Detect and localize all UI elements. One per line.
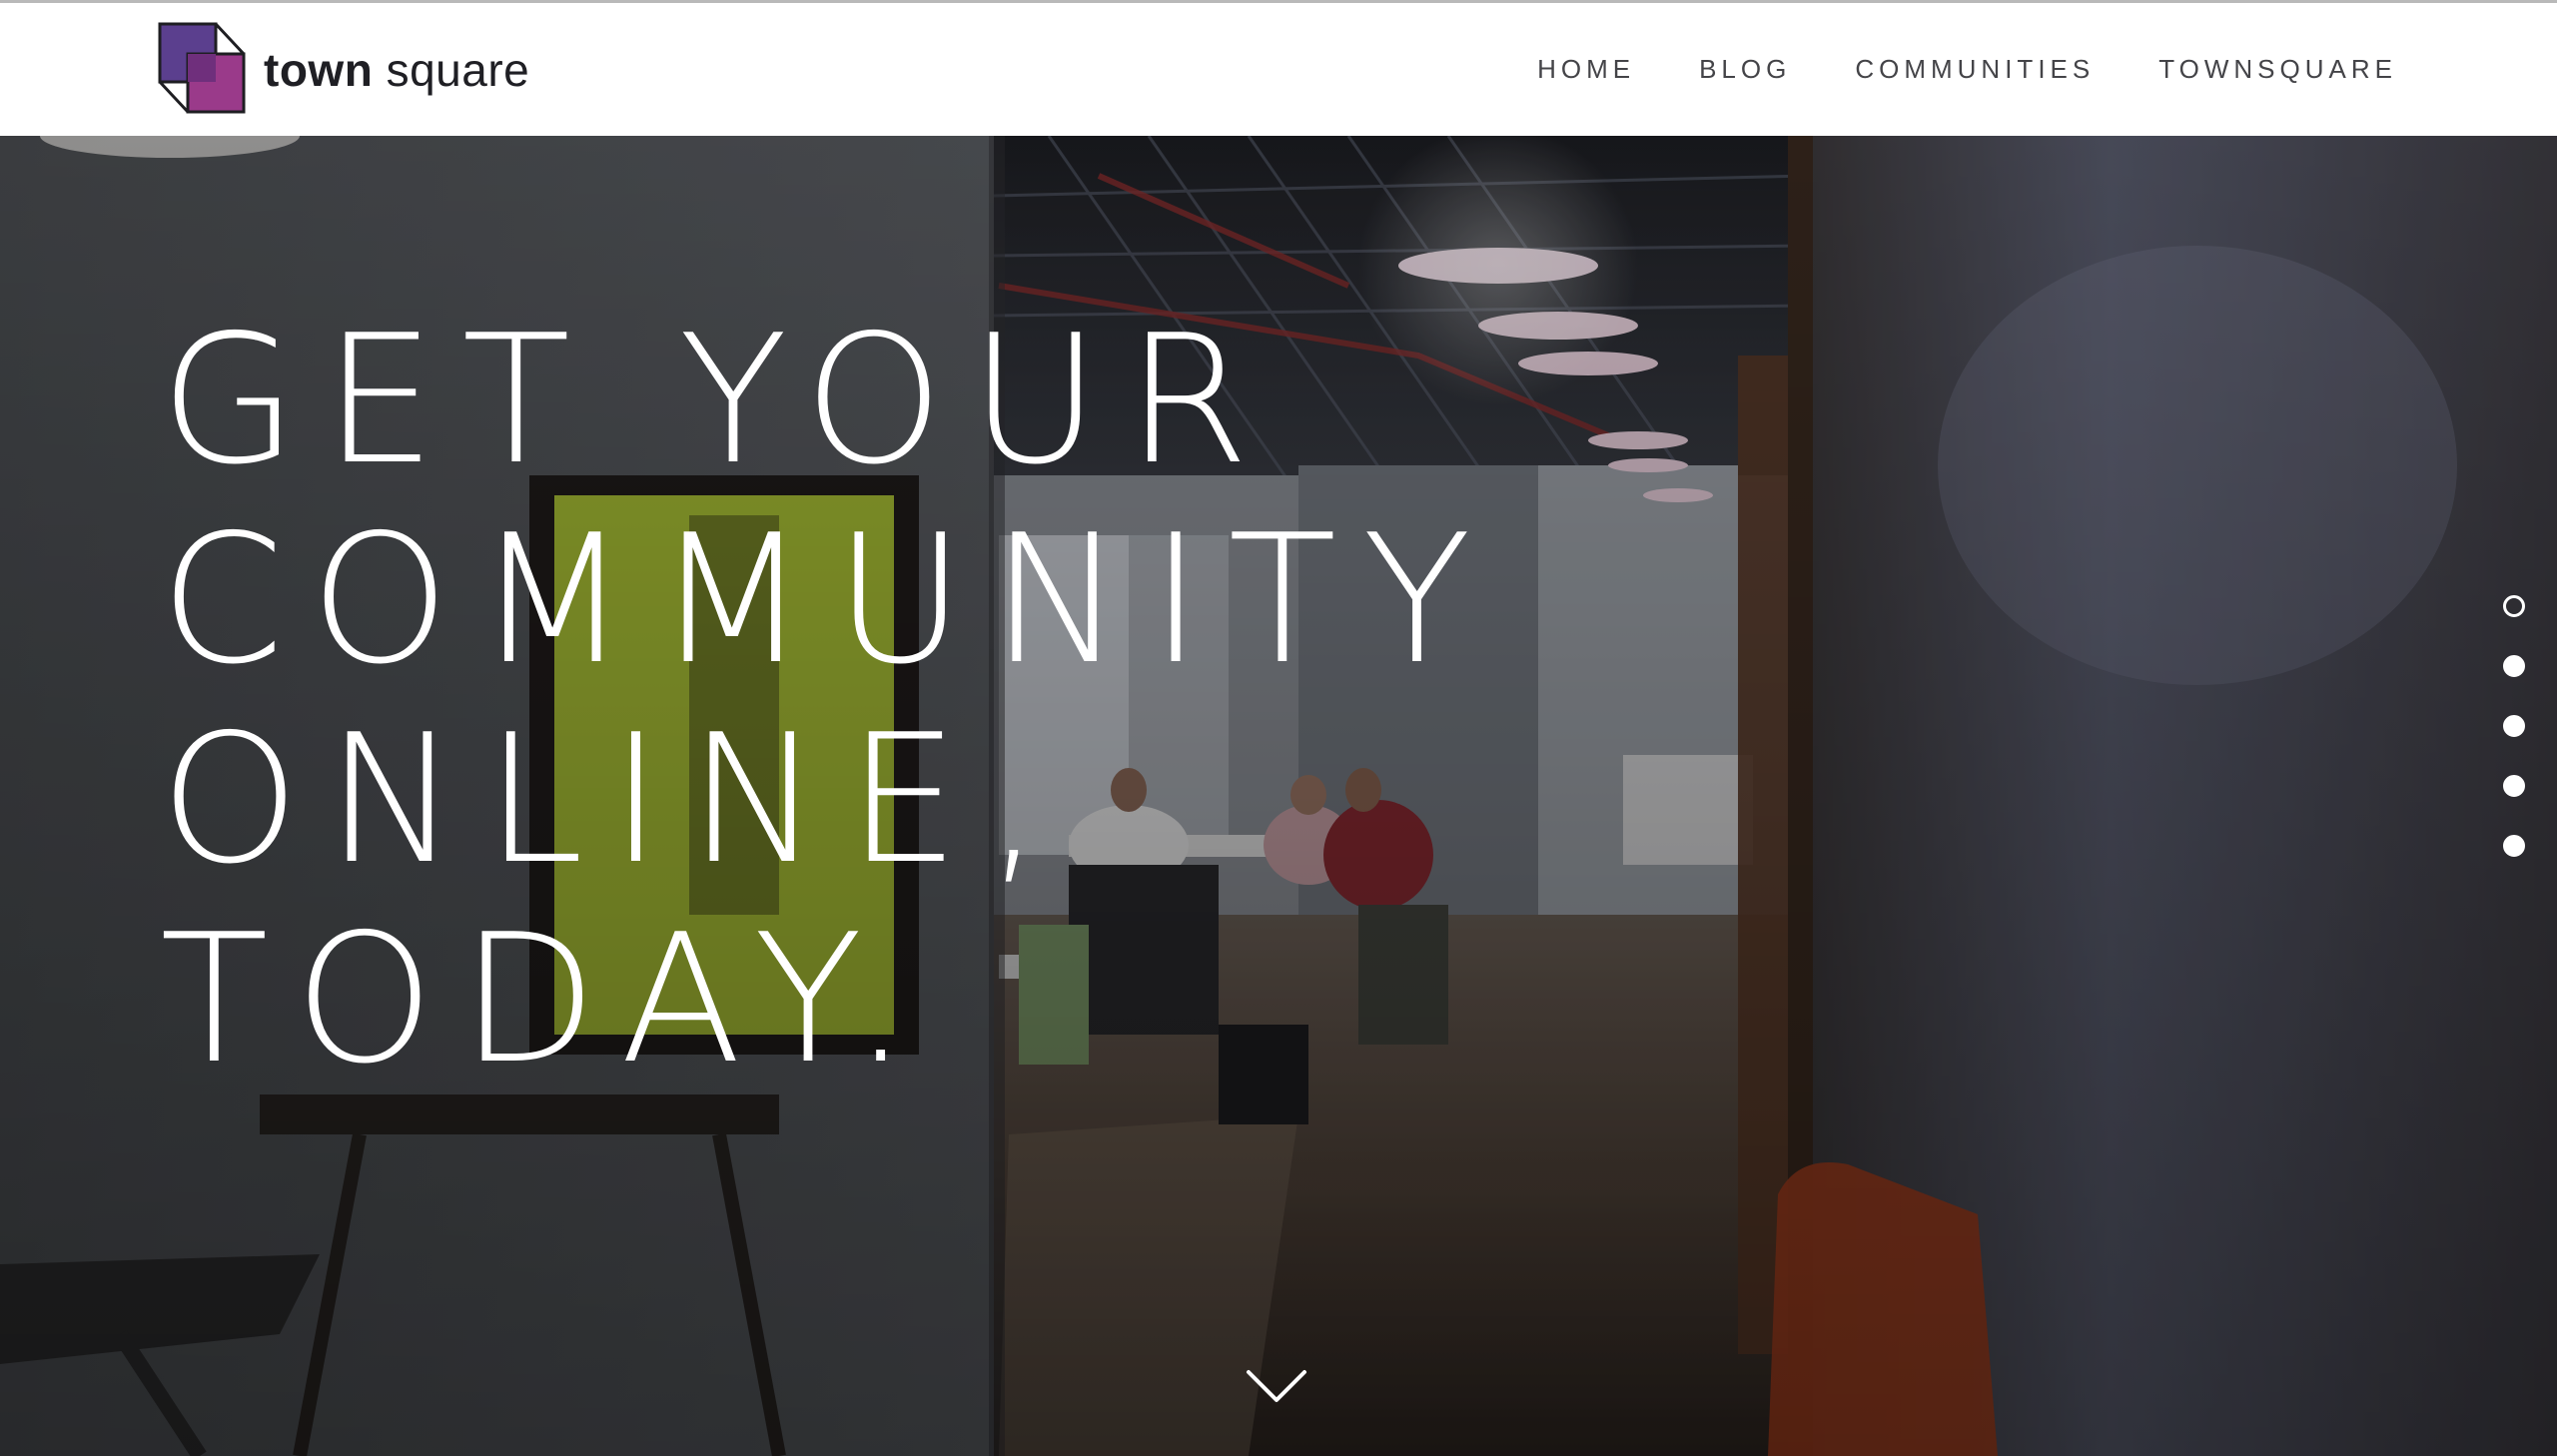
site-header: town square HOME BLOG COMMUNITIES TOWNSQ… bbox=[0, 0, 2557, 136]
headline-line-3: ONLINE, bbox=[160, 696, 1069, 903]
headline-line-1: GET YOUR bbox=[160, 297, 1276, 503]
headline-line-2: COMMUNITY bbox=[160, 496, 1497, 703]
slide-dot-2[interactable] bbox=[2503, 655, 2525, 677]
nav-item-blog[interactable]: BLOG bbox=[1699, 54, 1791, 85]
chevron-down-icon bbox=[1247, 1370, 1306, 1402]
nav-item-home[interactable]: HOME bbox=[1537, 54, 1635, 85]
main-nav: HOME BLOG COMMUNITIES TOWNSQUARE bbox=[1473, 3, 2397, 136]
scroll-down-button[interactable] bbox=[1245, 1366, 1308, 1406]
slide-dot-1[interactable] bbox=[2503, 595, 2525, 617]
page: town square HOME BLOG COMMUNITIES TOWNSQ… bbox=[0, 0, 2557, 1456]
nav-item-townsquare[interactable]: TOWNSQUARE bbox=[2158, 54, 2397, 85]
slide-dot-3[interactable] bbox=[2503, 715, 2525, 737]
nav-item-communities[interactable]: COMMUNITIES bbox=[1855, 54, 2095, 85]
hero-headline: GET YOUR COMMUNITY ONLINE, TODAY. bbox=[160, 301, 1658, 1099]
logo-link[interactable]: town square bbox=[158, 22, 529, 117]
hero-section: GET YOUR COMMUNITY ONLINE, TODAY. bbox=[0, 136, 2557, 1456]
logo-icon bbox=[158, 22, 248, 117]
headline-line-4: TODAY. bbox=[160, 896, 935, 1102]
logo-text-light: square bbox=[386, 43, 530, 96]
slide-dot-5[interactable] bbox=[2503, 835, 2525, 857]
logo-text-bold: town bbox=[264, 43, 374, 96]
logo-wordmark: town square bbox=[264, 43, 529, 97]
slide-pager bbox=[2503, 595, 2529, 895]
slide-dot-4[interactable] bbox=[2503, 775, 2525, 797]
